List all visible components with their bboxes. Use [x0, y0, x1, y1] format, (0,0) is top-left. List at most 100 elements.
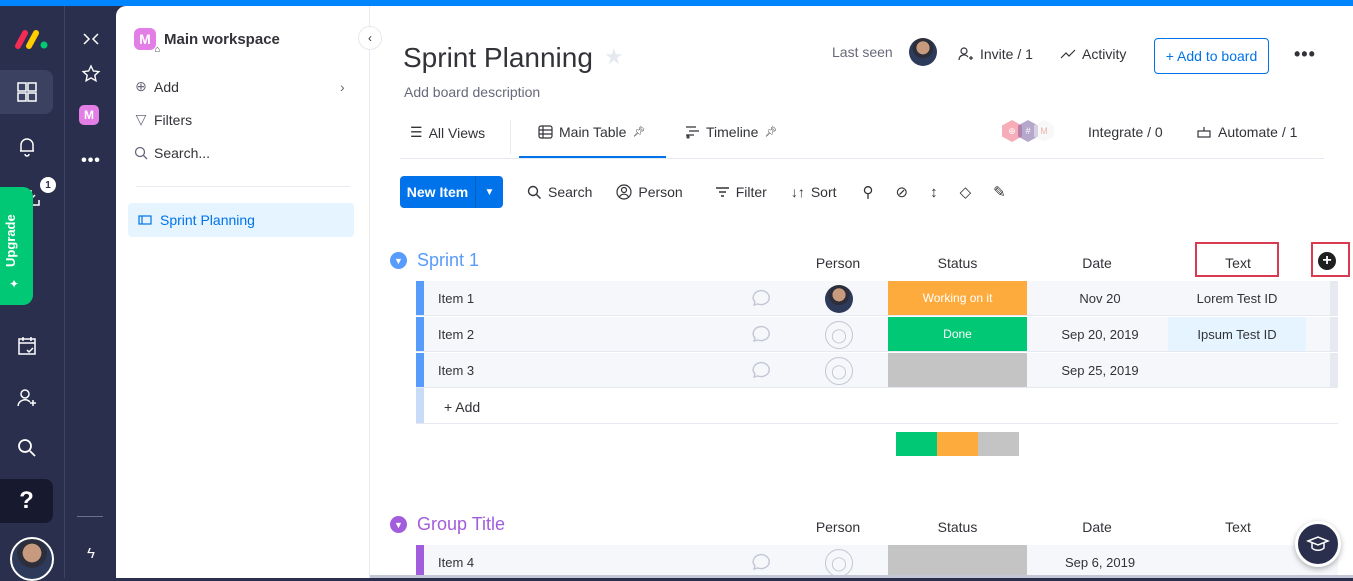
bell-icon	[19, 138, 34, 157]
column-header-person[interactable]: Person	[800, 519, 876, 535]
more-options-icon[interactable]: •••	[1294, 44, 1316, 65]
workspace-badge[interactable]: M	[79, 105, 99, 125]
table-row[interactable]: Item 3 ◯ Sep 25, 2019	[416, 353, 1338, 388]
learning-center-button[interactable]	[1295, 521, 1341, 567]
board-link-sprint-planning[interactable]: Sprint Planning	[128, 203, 354, 237]
item-name[interactable]: Item 2	[438, 327, 474, 342]
person-empty-icon[interactable]: ◯	[825, 357, 853, 385]
invite-button[interactable]: Invite / 1	[958, 46, 1033, 62]
person-filter-button[interactable]: Person	[616, 184, 683, 200]
group-header-sprint-1[interactable]: ▼ Sprint 1	[390, 250, 479, 271]
tab-all-views[interactable]: ☰ All Views	[410, 124, 485, 141]
nav-search[interactable]	[0, 426, 53, 470]
user-avatar[interactable]	[10, 537, 54, 581]
status-cell[interactable]	[888, 545, 1027, 578]
table-row[interactable]: Item 1 Working on it Nov 20 Lorem Test I…	[416, 281, 1338, 316]
add-item-label[interactable]: + Add	[444, 399, 480, 415]
add-column-plus-icon[interactable]: +	[1318, 252, 1336, 270]
add-to-board-button[interactable]: + Add to board	[1154, 38, 1269, 74]
workspace-icon: M ⌂	[134, 28, 160, 54]
favorites-star-icon[interactable]	[78, 61, 104, 87]
text-cell[interactable]	[1168, 545, 1306, 578]
nav-help[interactable]: ?	[0, 479, 53, 523]
new-item-button[interactable]: New Item ▼	[400, 176, 503, 208]
person-empty-icon[interactable]: ◯	[825, 549, 853, 577]
collapse-group-icon[interactable]: ▼	[390, 252, 407, 269]
row-endcap	[1330, 317, 1338, 351]
edit-pen-icon[interactable]: ✎	[993, 183, 1006, 201]
nav-notifications[interactable]	[0, 124, 53, 168]
date-cell[interactable]: Sep 25, 2019	[1031, 353, 1169, 387]
column-header-person[interactable]: Person	[800, 255, 876, 271]
board-title[interactable]: Sprint Planning	[403, 42, 593, 74]
robot-icon	[1197, 127, 1211, 138]
integration-app-icons[interactable]: ⊕ # M	[1002, 120, 1054, 142]
automate-button[interactable]: Automate / 1	[1196, 124, 1297, 140]
workspace-add[interactable]: ⊕ Add	[134, 78, 179, 95]
column-header-status[interactable]: Status	[888, 519, 1027, 535]
date-cell[interactable]: Sep 6, 2019	[1031, 545, 1169, 578]
table-row[interactable]: Item 4 ◯ Sep 6, 2019	[416, 545, 1338, 578]
tab-timeline[interactable]: Timeline 📌︎	[685, 124, 777, 140]
group-header-group-title[interactable]: ▼ Group Title	[390, 514, 505, 535]
activity-button[interactable]: Activity	[1060, 46, 1126, 62]
add-item-row[interactable]: + Add	[416, 388, 1338, 424]
workspace-header[interactable]: M ⌂ Main workspace	[134, 28, 280, 54]
text-cell[interactable]	[1168, 353, 1306, 387]
filter-button[interactable]: Filter	[715, 184, 767, 200]
activity-icon	[1060, 49, 1076, 59]
conversation-icon[interactable]	[750, 287, 776, 309]
sort-button[interactable]: ↓↑ Sort	[791, 184, 837, 200]
board-description[interactable]: Add board description	[404, 84, 540, 100]
date-cell[interactable]: Nov 20	[1031, 281, 1169, 315]
search-button[interactable]: Search	[527, 184, 592, 200]
date-cell[interactable]: Sep 20, 2019	[1031, 317, 1169, 351]
column-header-date[interactable]: Date	[1028, 255, 1166, 271]
board-toolbar: New Item ▼ Search Person Filter ↓↑ Sort …	[400, 176, 1006, 208]
hide-eye-icon[interactable]: ⊘	[896, 183, 909, 201]
person-avatar[interactable]	[825, 285, 853, 313]
nav-my-work[interactable]	[0, 324, 53, 368]
row-height-icon[interactable]: ↕	[930, 184, 938, 201]
workspace-filters[interactable]: ▽ Filters	[134, 111, 193, 128]
collapse-panel-button[interactable]: ‹	[358, 26, 382, 50]
person-empty-icon[interactable]: ◯	[825, 321, 853, 349]
chevron-right-icon[interactable]: ›	[340, 79, 345, 95]
nav-home[interactable]	[0, 70, 53, 114]
workspace-search[interactable]: Search...	[134, 145, 210, 161]
nav-invite-members[interactable]	[0, 376, 53, 420]
search-icon	[527, 185, 541, 199]
conversation-icon[interactable]	[750, 551, 776, 573]
pin-icon[interactable]: ⚲	[863, 183, 874, 201]
conversation-icon[interactable]	[750, 323, 776, 345]
collapse-group-icon[interactable]: ▼	[390, 516, 407, 533]
status-cell[interactable]	[888, 353, 1027, 387]
integrate-button[interactable]: Integrate / 0	[1088, 124, 1163, 140]
item-name[interactable]: Item 1	[438, 291, 474, 306]
monday-logo-icon[interactable]	[14, 28, 50, 50]
collapse-expand-icon[interactable]	[78, 26, 104, 52]
last-seen[interactable]: Last seen	[832, 38, 937, 66]
color-fill-icon[interactable]: ◇	[960, 183, 972, 201]
status-summary-bar[interactable]	[896, 432, 1019, 456]
status-cell[interactable]: Working on it	[888, 281, 1027, 315]
table-row[interactable]: Item 2 ◯ Done Sep 20, 2019 Ipsum Test ID	[416, 317, 1338, 352]
conversation-icon[interactable]	[750, 359, 776, 381]
item-name[interactable]: Item 4	[438, 555, 474, 570]
lightning-icon[interactable]: ϟ	[78, 540, 104, 566]
summary-segment-working	[937, 432, 978, 456]
favorite-star-icon[interactable]: ★	[604, 44, 624, 70]
column-header-date[interactable]: Date	[1028, 519, 1166, 535]
chevron-down-icon[interactable]: ▼	[476, 176, 503, 208]
more-dots-icon[interactable]: •••	[78, 148, 104, 174]
search-icon	[134, 146, 148, 160]
column-header-status[interactable]: Status	[888, 255, 1027, 271]
tab-main-table[interactable]: Main Table 📌︎	[538, 124, 645, 140]
item-name[interactable]: Item 3	[438, 363, 474, 378]
upgrade-button[interactable]: Upgrade ✦	[0, 187, 33, 305]
text-cell[interactable]: Ipsum Test ID	[1168, 317, 1306, 351]
status-cell[interactable]: Done	[888, 317, 1027, 351]
column-header-text[interactable]: Text	[1197, 519, 1279, 535]
text-cell[interactable]: Lorem Test ID	[1168, 281, 1306, 315]
row-endcap	[1330, 353, 1338, 387]
